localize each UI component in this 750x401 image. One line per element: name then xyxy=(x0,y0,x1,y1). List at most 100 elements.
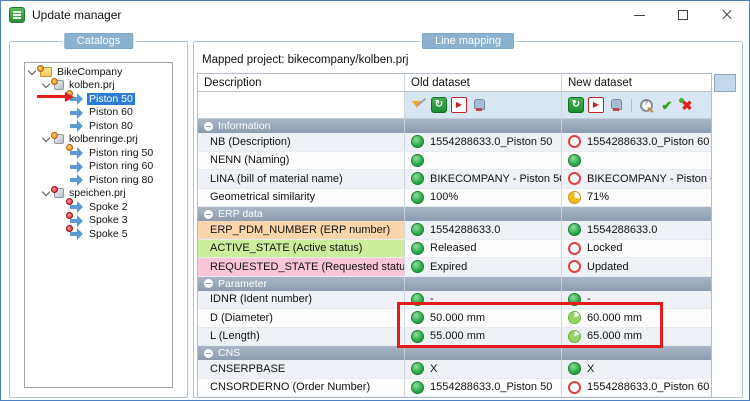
hand-icon[interactable] xyxy=(471,97,487,113)
tree-item-kolben-prj[interactable]: kolben.prj xyxy=(25,79,172,93)
column-header-new-dataset[interactable]: New dataset xyxy=(562,74,711,91)
cell-value: 65.000 mm xyxy=(587,330,642,342)
column-options-button[interactable] xyxy=(714,74,736,92)
row-description: NB (Description) xyxy=(198,133,405,151)
cell-value: X xyxy=(587,363,594,375)
old-value-cell: - xyxy=(405,291,562,309)
tree-item-label: kolbenringe.prj xyxy=(67,133,140,145)
collapse-icon[interactable] xyxy=(204,210,213,219)
part-arrow-icon xyxy=(70,201,84,212)
chevron-down-icon[interactable] xyxy=(41,134,51,144)
refresh-icon[interactable]: ↻ xyxy=(431,97,447,113)
collapse-icon[interactable] xyxy=(204,122,213,131)
tree-item-kolbenringe-prj[interactable]: kolbenringe.prj xyxy=(25,133,172,147)
line-mapping-label: Line mapping xyxy=(422,33,514,49)
tree-item-spoke-3[interactable]: Spoke 3 xyxy=(25,214,172,228)
accept-icon[interactable]: ✔ xyxy=(659,97,675,113)
collapse-icon[interactable] xyxy=(204,349,213,358)
status-ok-icon xyxy=(568,293,581,306)
maximize-icon xyxy=(678,10,688,20)
old-value-cell: X xyxy=(405,360,562,378)
column-header-description[interactable]: Description xyxy=(198,74,405,91)
tree-item-piston-ring-60[interactable]: Piston ring 60 xyxy=(25,160,172,174)
tree-item-piston-ring-80[interactable]: Piston ring 80 xyxy=(25,173,172,187)
refresh-icon[interactable]: ↻ xyxy=(568,97,584,113)
toolbar-separator xyxy=(631,99,632,112)
tree-item-bikecompany[interactable]: BikeCompany xyxy=(25,65,172,79)
status-ok-icon xyxy=(411,293,424,306)
table-row[interactable]: LINA (bill of material name)BIKECOMPANY … xyxy=(198,170,711,189)
status-different-icon xyxy=(568,242,581,255)
export-icon[interactable]: ▶ xyxy=(588,97,604,113)
row-description: L (Length) xyxy=(198,328,405,346)
status-different-icon xyxy=(568,172,581,185)
title-bar[interactable]: Update manager xyxy=(1,1,749,29)
table-row[interactable]: NENN (Naming) xyxy=(198,152,711,171)
chevron-down-icon[interactable] xyxy=(27,67,37,77)
cell-value: 1554288633.0 xyxy=(587,224,657,236)
maximize-button[interactable] xyxy=(661,1,705,29)
cell-value: 60.000 mm xyxy=(587,312,642,324)
hand-icon[interactable] xyxy=(608,97,624,113)
tree-item-spoke-2[interactable]: Spoke 2 xyxy=(25,200,172,214)
tree-item-speichen-prj[interactable]: speichen.prj xyxy=(25,187,172,201)
status-ok-icon xyxy=(568,154,581,167)
old-value-cell xyxy=(405,152,562,170)
gear-orange-icon xyxy=(66,144,73,151)
table-header-row: DescriptionOld datasetNew dataset xyxy=(198,74,711,92)
tree-item-piston-ring-50[interactable]: Piston ring 50 xyxy=(25,146,172,160)
chevron-down-icon[interactable] xyxy=(41,80,51,90)
mapping-table: DescriptionOld datasetNew dataset↻▶↻▶?✔✖… xyxy=(197,73,712,398)
collapse-icon[interactable] xyxy=(204,279,213,288)
section-header-information[interactable]: Information xyxy=(198,119,711,133)
cell-value: 50.000 mm xyxy=(430,312,485,324)
table-row[interactable]: REQUESTED_STATE (Requested status)Expire… xyxy=(198,258,711,277)
reject-icon[interactable]: ✖ xyxy=(679,97,695,113)
cell-value: 1554288633.0 xyxy=(430,224,500,236)
table-row[interactable]: CNSORDERNO (Order Number)1554288633.0_Pi… xyxy=(198,379,711,398)
table-row[interactable]: IDNR (Ident number)-- xyxy=(198,291,711,310)
old-value-cell: 1554288633.0_Piston 50 xyxy=(405,379,562,397)
table-row[interactable]: ACTIVE_STATE (Active status)ReleasedLock… xyxy=(198,240,711,259)
table-row[interactable]: L (Length)55.000 mm65.000 mm xyxy=(198,328,711,347)
new-value-cell xyxy=(562,152,711,170)
section-header-cns[interactable]: CNS xyxy=(198,346,711,360)
toolbar-spacer xyxy=(198,92,405,118)
tree-item-label: speichen.prj xyxy=(67,187,128,199)
annotation-arrow xyxy=(37,91,74,102)
window-title: Update manager xyxy=(32,8,121,22)
tree-item-label: Piston 80 xyxy=(87,120,135,132)
export-icon[interactable]: ▶ xyxy=(451,97,467,113)
tree-item-spoke-5[interactable]: Spoke 5 xyxy=(25,227,172,241)
toolbar-row: ↻▶↻▶?✔✖ xyxy=(198,92,711,119)
section-header-parameter[interactable]: Parameter xyxy=(198,277,711,291)
value-pie-icon xyxy=(568,330,581,343)
gear-red-icon xyxy=(66,198,73,205)
tree-item-piston-60[interactable]: Piston 60 xyxy=(25,106,172,120)
status-different-icon xyxy=(568,135,581,148)
cell-value: 71% xyxy=(587,191,609,203)
row-description: Geometrical similarity xyxy=(198,189,405,207)
section-header-erp-data[interactable]: ERP data xyxy=(198,207,711,221)
new-value-cell: X xyxy=(562,360,711,378)
row-description: CNSORDERNO (Order Number) xyxy=(198,379,405,397)
close-button[interactable] xyxy=(705,1,749,29)
search-icon[interactable]: ? xyxy=(639,97,655,113)
filter-icon[interactable] xyxy=(411,97,427,113)
status-ok-icon xyxy=(411,381,424,394)
tree-item-piston-80[interactable]: Piston 80 xyxy=(25,119,172,133)
table-row[interactable]: CNSERPBASEXX xyxy=(198,360,711,379)
column-header-old-dataset[interactable]: Old dataset xyxy=(405,74,562,91)
table-row[interactable]: Geometrical similarity100%71% xyxy=(198,189,711,208)
status-ok-icon xyxy=(411,242,424,255)
minimize-button[interactable] xyxy=(617,1,661,29)
part-arrow-icon xyxy=(70,215,84,226)
table-row[interactable]: D (Diameter)50.000 mm60.000 mm xyxy=(198,309,711,328)
table-row[interactable]: NB (Description)1554288633.0_Piston 5015… xyxy=(198,133,711,152)
cell-value: X xyxy=(430,363,437,375)
chevron-down-icon[interactable] xyxy=(41,188,51,198)
table-row[interactable]: ERP_PDM_NUMBER (ERP number) 1554288633.0 1… xyxy=(198,221,711,240)
row-description: ERP_PDM_NUMBER (ERP number) xyxy=(198,221,405,239)
new-value-cell: 1554288633.0 xyxy=(562,221,711,239)
section-title: Parameter xyxy=(218,278,267,290)
